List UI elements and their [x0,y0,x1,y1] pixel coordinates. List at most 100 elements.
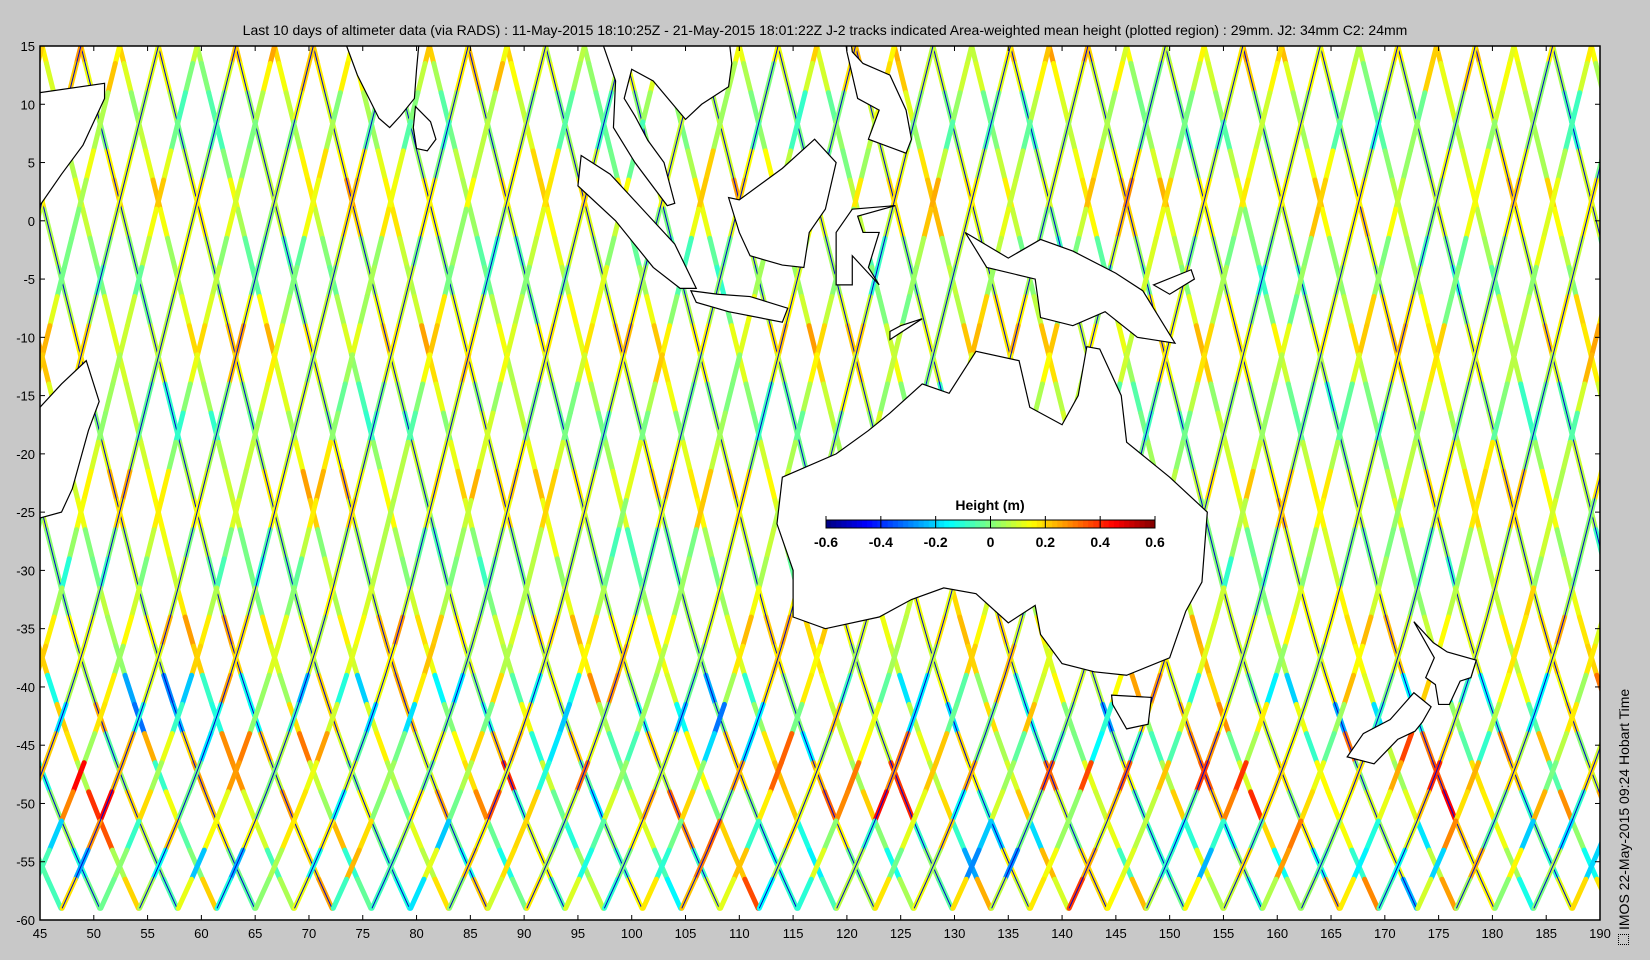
colorbar-swatch [1067,520,1074,528]
x-tick-label: 95 [571,926,585,941]
y-tick-label: -15 [16,389,35,404]
track-segment [27,297,34,326]
track-segment [1640,442,1647,471]
y-tick-label: 10 [21,97,35,112]
track-segment [8,63,15,92]
altimeter-map: 45 50 55 60 65 70 75 80 85 90 95 100 105 110 115 120 125… [0,34,1650,941]
track-segment [1634,617,1642,646]
credit-label: IMOS 22-May-2015 09:24 Hobart Time [1616,688,1632,930]
colorbar-swatch [1093,520,1099,528]
colorbar-swatch [826,520,832,528]
colorbar-swatch [1098,520,1105,528]
colorbar-swatch [1026,520,1033,528]
track-segment [1637,821,1649,850]
track-segment [1638,297,1645,326]
x-tick-label: 155 [1213,926,1235,941]
colorbar-swatch [954,520,961,528]
track-segment [5,209,12,238]
x-tick-label: 75 [356,926,370,941]
track-segment [1630,355,1637,384]
track-segment [1619,530,1626,559]
colorbar-swatch [1036,520,1043,528]
colorbar-swatch [995,520,1002,528]
track-segment [1609,413,1616,442]
j2-track-line [0,34,22,908]
track-segment [1631,326,1638,355]
colorbar-swatch [867,520,873,528]
y-tick-label: 0 [28,214,35,229]
track-segment [1642,559,1649,588]
colorbar-swatch [856,520,863,528]
colorbar-tick-label: -0.2 [924,534,948,550]
colorbar-swatch [1052,520,1058,528]
x-tick-label: 105 [675,926,697,941]
colorbar-swatch [918,520,925,528]
colorbar-swatch [841,520,848,528]
x-tick-label: 170 [1374,926,1396,941]
track-segment [40,493,42,503]
track-segment [1628,180,1635,209]
x-tick-label: 90 [517,926,531,941]
track-segment [0,646,9,675]
x-tick-label: 165 [1320,926,1342,941]
x-tick-label: 100 [621,926,643,941]
colorbar-swatch [897,520,904,528]
x-tick-label: 65 [248,926,262,941]
colorbar-swatch [1005,520,1012,528]
track-segment [1619,63,1626,92]
colorbar-swatch [923,520,930,528]
colorbar-tick-label: 0.2 [1036,534,1056,550]
colorbar-swatch [1047,520,1053,528]
track-segment [1633,471,1640,500]
track-segment [1642,93,1649,122]
track-segment [1610,588,1618,617]
track-segment [1623,355,1630,384]
colorbar-tick-label: 0.4 [1090,534,1110,550]
colorbar-tick-label: 0.6 [1145,534,1165,550]
track-segment [1638,792,1650,821]
track-segment [17,413,24,442]
track-segment [13,238,20,267]
y-tick-label: 5 [28,156,35,171]
track-segment [1626,34,1633,63]
x-tick-label: 60 [194,926,208,941]
colorbar-swatch [903,520,909,528]
track-segment [1,500,8,529]
colorbar-swatch [836,520,842,528]
track-segment [1622,326,1629,355]
track-segment [0,763,11,792]
track-segment [1606,704,1616,733]
track-segment [6,471,13,500]
track-segment [22,588,30,617]
track-segment [0,180,5,209]
track-segment [1606,267,1613,296]
x-tick-label: 120 [836,926,858,941]
track-segment [0,500,6,529]
track-segment [1599,467,1600,474]
track-segment [1636,879,1649,908]
colorbar-tick-label: 0 [987,534,995,550]
x-tick-label: 140 [1051,926,1073,941]
colorbar-swatch [1072,520,1079,528]
colorbar-swatch [944,520,950,528]
colorbar-swatch [1057,520,1063,528]
track-segment [1616,384,1623,413]
colorbar-swatch [1144,520,1151,528]
track-segment [0,850,11,879]
track-segment [1621,209,1628,238]
track-segment [9,151,16,180]
track-segment [0,763,7,792]
track-segment [4,326,11,355]
track-segment [1627,500,1634,529]
track-segment [1614,238,1621,267]
y-tick-label: 15 [21,39,35,54]
track-segment [1626,500,1633,529]
y-tick-label: -30 [16,563,35,578]
colorbar-swatch [872,520,878,528]
x-tick-label: 190 [1589,926,1611,941]
colorbar-swatch [1016,520,1022,528]
track-segment [11,821,23,850]
track-segment [1,34,8,63]
colorbar-swatch [969,520,976,528]
colorbar-swatch [1021,520,1027,528]
